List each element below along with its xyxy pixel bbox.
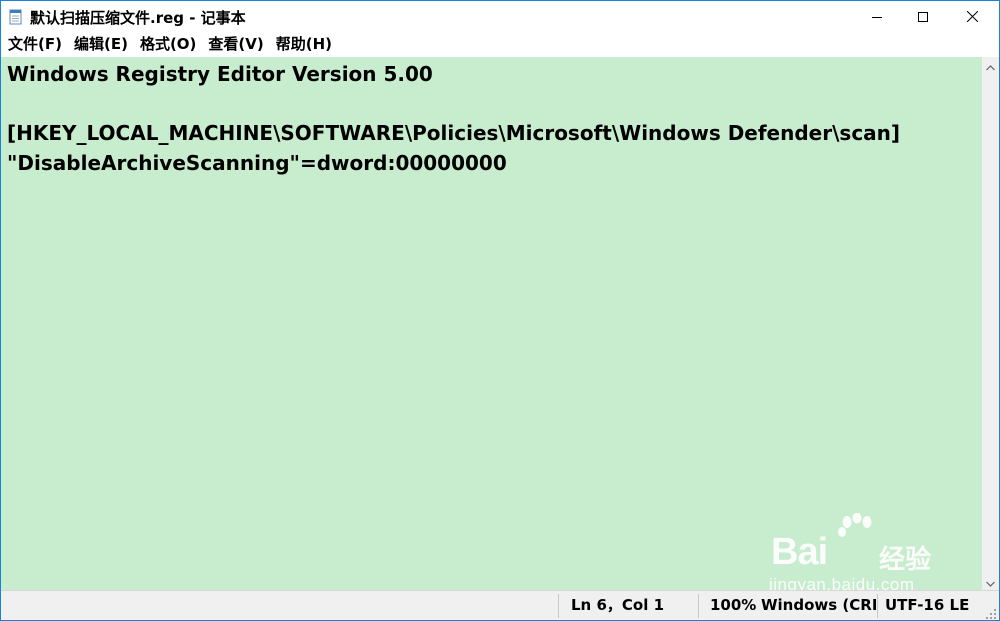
status-cursor-position: Ln 6，Col 1 — [571, 596, 665, 614]
status-separator — [698, 594, 699, 618]
close-icon — [966, 7, 979, 26]
scroll-up-button[interactable] — [982, 57, 999, 74]
menu-view[interactable]: 查看(V) — [201, 32, 268, 57]
editor-content[interactable]: Windows Registry Editor Version 5.00 [HK… — [1, 57, 982, 178]
minimize-button[interactable] — [854, 1, 900, 32]
resize-grip-icon[interactable] — [985, 605, 997, 619]
close-button[interactable] — [946, 1, 999, 32]
status-zoom: 100% — [710, 596, 757, 614]
menu-file[interactable]: 文件(F) — [1, 32, 67, 57]
status-bar: Ln 6，Col 1 100% Windows (CRLF) UTF-16 LE — [1, 590, 999, 620]
status-line-ending: Windows (CRLF) — [761, 596, 876, 614]
status-separator — [877, 594, 878, 618]
menu-format[interactable]: 格式(O) — [133, 32, 201, 57]
scroll-down-arrow-icon — [986, 572, 995, 591]
menu-edit[interactable]: 编辑(E) — [67, 32, 133, 57]
minimize-icon — [872, 7, 882, 26]
vertical-scrollbar[interactable] — [982, 57, 999, 590]
window-title: 默认扫描压缩文件.reg - 记事本 — [30, 9, 246, 27]
menu-help[interactable]: 帮助(H) — [269, 32, 337, 57]
maximize-icon — [918, 7, 928, 26]
title-bar[interactable]: 默认扫描压缩文件.reg - 记事本 — [1, 1, 999, 32]
notepad-icon[interactable] — [9, 9, 23, 25]
status-separator — [558, 594, 559, 618]
menu-bar: 文件(F) 编辑(E) 格式(O) 查看(V) 帮助(H) — [1, 32, 999, 57]
status-encoding: UTF-16 LE — [885, 596, 970, 614]
maximize-button[interactable] — [900, 1, 946, 32]
notepad-window: 默认扫描压缩文件.reg - 记事本 文件(F) 编辑(E) 格式(O) 查看(… — [0, 0, 1000, 621]
text-editor[interactable]: Windows Registry Editor Version 5.00 [HK… — [1, 57, 982, 590]
scroll-down-button[interactable] — [982, 573, 999, 590]
scroll-up-arrow-icon — [986, 56, 995, 75]
